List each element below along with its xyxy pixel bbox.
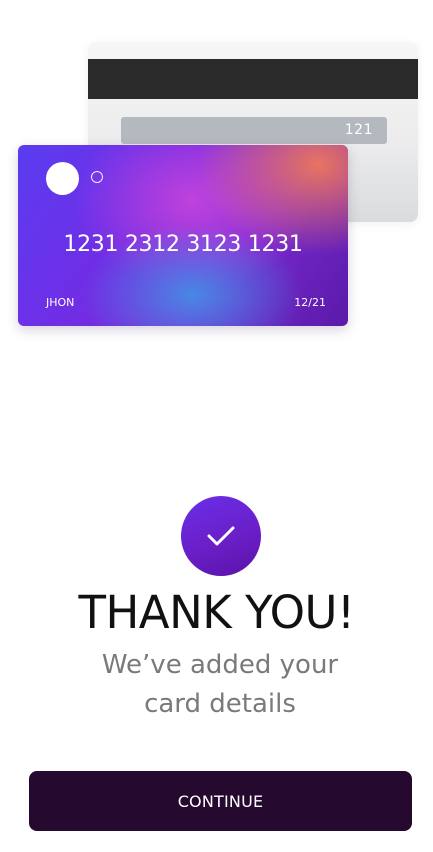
thank-you-title: THANK YOU! <box>78 586 355 639</box>
cvv-value: 121 <box>344 122 373 138</box>
cvv-strip: 121 <box>121 117 387 144</box>
card-expiry: 12/21 <box>294 296 326 309</box>
check-icon <box>207 526 235 546</box>
card-number: 1231 2312 3123 1231 <box>63 232 303 257</box>
magnetic-stripe <box>88 59 418 99</box>
card-holder-name: JHON <box>46 296 75 309</box>
confirmation-subtitle: We’ve added your card details <box>101 650 339 719</box>
card-logo-circle-icon <box>46 162 79 195</box>
continue-button[interactable]: CONTINUE <box>29 771 412 831</box>
card-front: 1231 2312 3123 1231 JHON 12/21 <box>18 145 348 326</box>
success-badge <box>181 496 261 576</box>
card-logo-ring-icon <box>91 171 103 183</box>
